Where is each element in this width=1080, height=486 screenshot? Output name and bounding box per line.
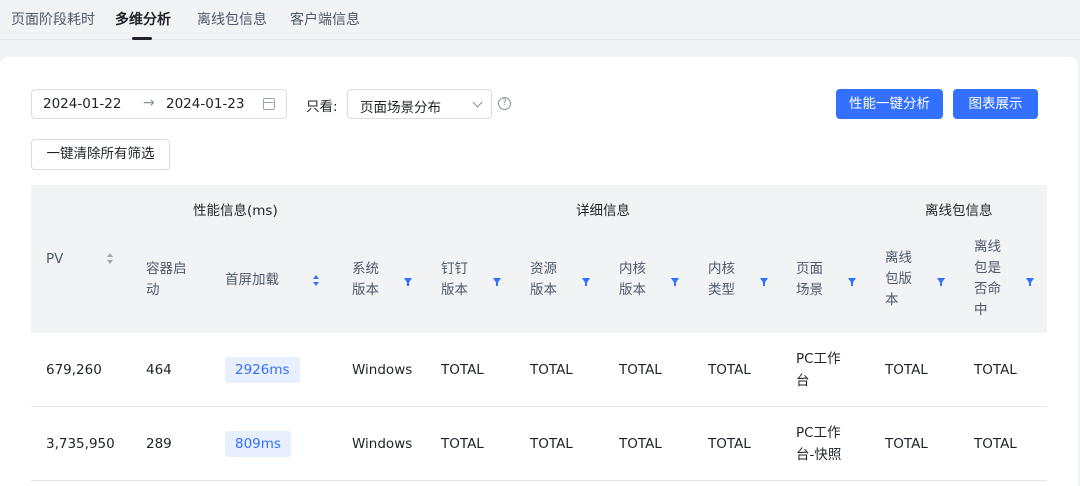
cell-kernel-type: TOTAL [708, 436, 751, 452]
cell-offline-hit: TOTAL [974, 362, 1017, 378]
tab-page-stage-time[interactable]: 页面阶段耗时 [11, 9, 95, 29]
top-tab-bar: 页面阶段耗时 多维分析 离线包信息 客户端信息 [0, 0, 1080, 40]
tab-multi-dim-analysis[interactable]: 多维分析 [115, 9, 171, 29]
group-title-performance: 性能信息(ms) [193, 203, 278, 219]
chart-display-button[interactable]: 图表展示 [953, 89, 1038, 119]
clear-all-filters-button[interactable]: 一键清除所有筛选 [31, 139, 170, 170]
group-title-detail: 详细信息 [576, 203, 630, 219]
column-header-kernel-type: 内核 类型 [708, 261, 735, 298]
sort-icon[interactable] [106, 253, 114, 265]
column-header-system-version: 系统 版本 [352, 261, 379, 298]
sort-icon[interactable] [312, 275, 320, 287]
cell-pv: 3,735,950 [46, 436, 115, 452]
cell-system-version: Windows [352, 362, 413, 378]
filter-icon[interactable] [493, 278, 501, 286]
cell-offline-hit: TOTAL [974, 436, 1017, 452]
cell-page-scene: PC工作 台-快照 [796, 425, 842, 463]
filter-icon[interactable] [671, 278, 679, 286]
cell-kernel-version: TOTAL [619, 436, 662, 452]
cell-first-screen-badge: 2926ms [225, 357, 300, 383]
view-label: 只看: [306, 99, 338, 115]
filter-icon[interactable] [404, 278, 412, 286]
column-header-offline-hit: 离线 包是 否命中 [974, 239, 1001, 318]
tab-offline-package-info[interactable]: 离线包信息 [197, 9, 267, 29]
column-header-dingtalk-version: 钉钉 版本 [441, 261, 468, 298]
performance-analysis-button[interactable]: 性能一键分析 [836, 89, 943, 119]
table-header: 性能信息(ms) 详细信息 离线包信息 PV 容器启 动 首屏加载 系统版本 [31, 185, 1047, 333]
cell-resource-version: TOTAL [530, 436, 573, 452]
column-header-offline-version: 离线 包版本 [885, 250, 912, 308]
date-start-input[interactable]: 2024-01-22 [43, 96, 121, 112]
cell-dingtalk-version: TOTAL [441, 436, 484, 452]
tab-client-info[interactable]: 客户端信息 [290, 9, 360, 29]
cell-kernel-version: TOTAL [619, 362, 662, 378]
cell-container-start: 289 [146, 436, 172, 452]
cell-dingtalk-version: TOTAL [441, 362, 484, 378]
cell-kernel-type: TOTAL [708, 362, 751, 378]
column-header-pv-label: PV [46, 251, 64, 267]
view-select[interactable]: 页面场景分布 [347, 89, 492, 119]
group-title-offline: 离线包信息 [925, 203, 993, 219]
calendar-icon[interactable] [263, 98, 275, 110]
arrow-right-icon: → [143, 95, 155, 111]
cell-offline-version: TOTAL [885, 436, 928, 452]
filter-icon[interactable] [848, 278, 856, 286]
column-header-resource-version: 资源 版本 [530, 261, 557, 298]
column-header-container-start: 容器启 动 [146, 261, 187, 298]
filter-icon[interactable] [1026, 278, 1034, 286]
chevron-down-icon [472, 97, 483, 108]
date-range-picker[interactable]: 2024-01-22 → 2024-01-23 [31, 89, 287, 119]
cell-first-screen-badge: 809ms [225, 431, 291, 457]
column-header-pv[interactable]: PV [46, 249, 63, 270]
analysis-card: 2024-01-22 → 2024-01-23 只看: 页面场景分布 ? 性能一… [0, 57, 1078, 486]
active-tab-indicator [132, 37, 152, 40]
cell-offline-version: TOTAL [885, 362, 928, 378]
filter-icon[interactable] [937, 278, 945, 286]
filter-icon[interactable] [760, 278, 768, 286]
column-header-first-screen[interactable]: 首屏加载 [225, 270, 279, 291]
cell-page-scene: PC工作台 [796, 351, 841, 389]
filter-icon[interactable] [582, 278, 590, 286]
cell-resource-version: TOTAL [530, 362, 573, 378]
date-end-input[interactable]: 2024-01-23 [166, 96, 244, 112]
cell-container-start: 464 [146, 362, 172, 378]
table-row[interactable]: 679,260 464 2926ms Windows TOTAL TOTAL T… [31, 333, 1047, 407]
cell-system-version: Windows [352, 436, 413, 452]
cell-pv: 679,260 [46, 362, 102, 378]
column-header-page-scene: 页面 场景 [796, 261, 823, 298]
table-row[interactable]: 3,735,950 289 809ms Windows TOTAL TOTAL … [31, 407, 1047, 481]
view-select-value: 页面场景分布 [360, 100, 441, 116]
help-icon[interactable]: ? [498, 97, 511, 110]
column-header-kernel-version: 内核 版本 [619, 261, 646, 298]
